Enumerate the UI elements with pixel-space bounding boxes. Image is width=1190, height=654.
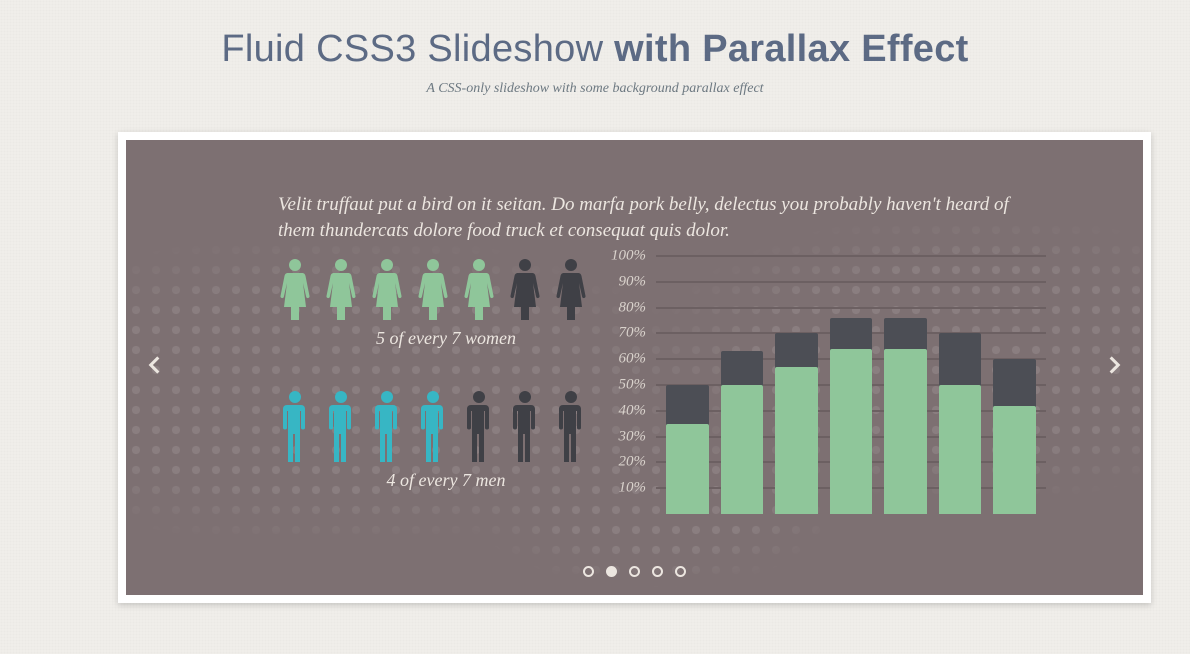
chart-bar: [939, 256, 982, 514]
pager-dot[interactable]: [629, 566, 640, 577]
chart-y-tick: 70%: [619, 325, 647, 342]
infographic-women: 5 of every 7 women: [276, 258, 616, 349]
title-bold: with Parallax Effect: [614, 28, 968, 70]
woman-icon: [368, 258, 406, 322]
chart-y-tick: 100%: [611, 248, 646, 265]
page-subtitle: A CSS-only slideshow with some backgroun…: [0, 81, 1190, 97]
chart-y-tick: 30%: [619, 428, 647, 445]
women-label: 5 of every 7 women: [276, 328, 616, 349]
men-row: [276, 390, 616, 464]
woman-icon: [506, 258, 544, 322]
chart-y-tick: 50%: [619, 377, 647, 394]
woman-icon: [460, 258, 498, 322]
page-title: Fluid CSS3 Slideshow with Parallax Effec…: [0, 0, 1190, 71]
chart-bar: [666, 256, 709, 514]
man-icon: [414, 390, 452, 464]
chart-y-tick: 90%: [619, 273, 647, 290]
chart-bar: [721, 256, 764, 514]
man-icon: [368, 390, 406, 464]
chevron-left-icon: [141, 352, 167, 383]
chart-y-labels: 10%20%30%40%50%60%70%80%90%100%: [606, 256, 652, 514]
chevron-right-icon: [1102, 352, 1128, 383]
chart-y-tick: 10%: [619, 480, 647, 497]
pager-dot[interactable]: [652, 566, 663, 577]
chart-y-tick: 20%: [619, 454, 647, 471]
chart-y-tick: 40%: [619, 402, 647, 419]
man-icon: [276, 390, 314, 464]
women-row: [276, 258, 616, 322]
chart-bars: [666, 256, 1036, 514]
woman-icon: [276, 258, 314, 322]
woman-icon: [414, 258, 452, 322]
man-icon: [322, 390, 360, 464]
infographic-men: 4 of every 7 men: [276, 390, 616, 491]
chart-bar: [775, 256, 818, 514]
prev-arrow[interactable]: [136, 350, 172, 386]
man-icon: [460, 390, 498, 464]
pager: [126, 566, 1143, 577]
woman-icon: [552, 258, 590, 322]
chart-bar: [884, 256, 927, 514]
chart-bar: [830, 256, 873, 514]
pager-dot[interactable]: [675, 566, 686, 577]
slideshow-frame: Velit truffaut put a bird on it seitan. …: [118, 132, 1151, 603]
chart-bar: [993, 256, 1036, 514]
chart-y-tick: 60%: [619, 351, 647, 368]
pager-dot[interactable]: [606, 566, 617, 577]
pager-dot[interactable]: [583, 566, 594, 577]
woman-icon: [322, 258, 360, 322]
chart-y-tick: 80%: [619, 299, 647, 316]
slide-blurb: Velit truffaut put a bird on it seitan. …: [278, 192, 1023, 243]
man-icon: [552, 390, 590, 464]
next-arrow[interactable]: [1097, 350, 1133, 386]
bar-chart: 10%20%30%40%50%60%70%80%90%100%: [606, 256, 1046, 514]
slide: Velit truffaut put a bird on it seitan. …: [126, 140, 1143, 595]
title-light: Fluid CSS3 Slideshow: [221, 28, 614, 70]
men-label: 4 of every 7 men: [276, 470, 616, 491]
man-icon: [506, 390, 544, 464]
